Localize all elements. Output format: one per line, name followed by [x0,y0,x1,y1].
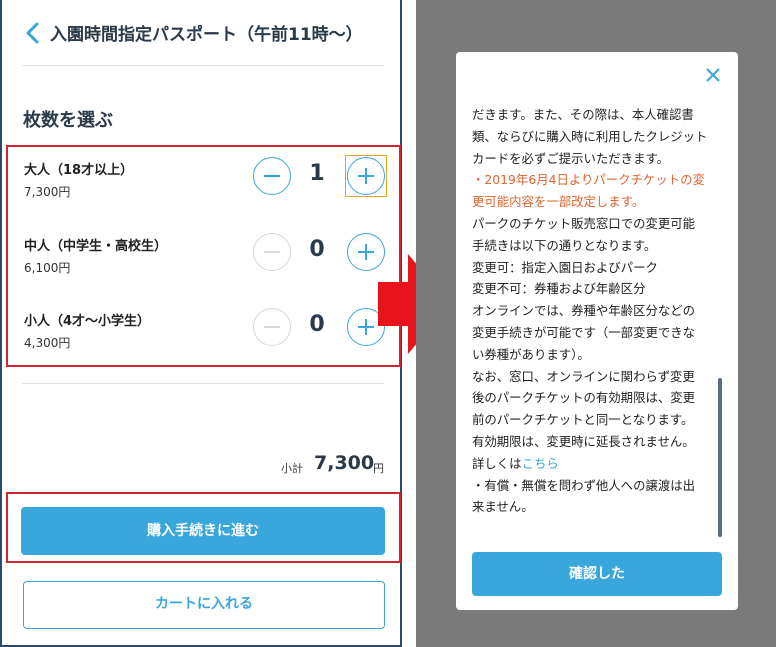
modal-overlay: だきます。また、その際は、本人確認書 類、ならびに購入時に利用したクレジット カード… [416,0,776,647]
modal-text-line: 変更可：指定入園日およびパーク [472,257,716,279]
modal-text: カードを必ずご提示いただきます。 [472,150,670,166]
modal-text-line: 詳しくはこちら [472,453,716,475]
focus-highlight [345,155,387,197]
divider [22,65,384,66]
modal-text-line: 有効期限は、変更時に延長されません。 [472,431,716,453]
modal-text-line: だきます。また、その際は、本人確認書 [472,104,716,126]
divider [22,383,384,384]
minus-icon [264,326,280,328]
modal-text: い券種があります）。 [472,346,590,362]
modal-text: 前のパークチケットと同一となります。 [472,412,694,428]
scrollbar[interactable] [718,378,722,537]
modal-text: 詳しくは [472,455,522,471]
modal-text-line: 手続きは以下の通りとなります。 [472,235,716,257]
minus-icon [264,251,280,253]
close-icon[interactable] [706,68,720,82]
confirm-button[interactable]: 確認した [472,552,722,596]
subtotal-label: 小計 [281,462,303,475]
ticket-selection-screen: 入園時間指定パスポート（午前11時〜） 枚数を選ぶ 大人（18才以上） 7,30… [0,0,402,647]
ticket-label: 小人（4才〜小学生） [24,314,151,329]
notice-modal: だきます。また、その際は、本人確認書 類、ならびに購入時に利用したクレジット カード… [456,52,738,610]
ticket-price: 4,300円 [24,336,71,350]
modal-text: パークのチケット販売窓口での変更可能 [472,215,696,231]
modal-text-line: 更可能内容を一部改定します。 [472,191,716,213]
quantity-value: 0 [309,312,325,337]
modal-text-line: 類、ならびに購入時に利用したクレジット [472,126,716,148]
header: 入園時間指定パスポート（午前11時〜） [2,0,402,66]
modal-text-line: オンラインでは、券種や年齢区分などの [472,300,716,322]
ticket-list-highlight: 大人（18才以上） 7,300円 1 中人（中学生・高校生） 6,100円 0 … [6,145,401,367]
purchase-button[interactable]: 購入手続きに進む [21,507,385,555]
modal-text: なお、窓口、オンラインに関わらず変更 [472,368,695,384]
modal-text: 後のパークチケットの有効期限は、変更 [472,390,696,406]
modal-text-line: 変更不可：券種および年齢区分 [472,278,716,300]
subtotal-unit: 円 [373,462,384,475]
details-link[interactable]: こちら [522,456,559,471]
modal-text-line: なお、窓口、オンラインに関わらず変更 [472,366,716,388]
modal-text: 変更不可：券種および年齢区分 [472,281,646,297]
decrement-button[interactable] [253,233,291,271]
section-title: 枚数を選ぶ [23,110,113,131]
modal-text-line: 来ません。 [472,496,716,518]
modal-text: だきます。また、その際は、本人確認書 [472,107,694,122]
modal-text-line: ・2019年6月4日よりパークチケットの変 [472,169,716,191]
modal-text-line: パークのチケット販売窓口での変更可能 [472,213,716,235]
modal-text-line: カードを必ずご提示いただきます。 [472,148,716,170]
modal-text: 更可能内容を一部改定します。 [472,194,645,210]
modal-text: 来ません。 [472,499,534,515]
ticket-label: 大人（18才以上） [24,163,134,178]
modal-text: 類、ならびに購入時に利用したクレジット [472,128,708,144]
page-title: 入園時間指定パスポート（午前11時〜） [50,25,363,45]
modal-text: 変更手続きが可能です（一部変更できな [472,324,696,340]
quantity-value: 1 [309,161,325,186]
modal-text: 手続きは以下の通りとなります。 [472,237,657,253]
modal-body: だきます。また、その際は、本人確認書 類、ならびに購入時に利用したクレジット カード… [472,104,716,532]
modal-text-line: い券種があります）。 [472,344,716,366]
chevron-left-icon[interactable] [22,21,46,45]
ticket-price: 6,100円 [24,261,71,275]
subtotal-value: 7,300 [314,452,375,474]
modal-text: ・2019年6月4日よりパークチケットの変 [472,172,705,188]
ticket-row-child: 小人（4才〜小学生） 4,300円 0 [8,304,399,364]
modal-text-line: ・有償・無償を問わず他人への譲渡は出 [472,475,716,497]
ticket-row-junior: 中人（中学生・高校生） 6,100円 0 [8,229,399,289]
modal-text: 有効期限は、変更時に延長されません。 [472,433,695,449]
decrement-button[interactable] [253,308,291,346]
ticket-price: 7,300円 [24,185,71,199]
modal-text: オンラインでは、券種や年齢区分などの [472,303,696,319]
modal-text: 変更可：指定入園日およびパーク [472,259,658,275]
modal-text-line: 前のパークチケットと同一となります。 [472,409,716,431]
ticket-row-adult: 大人（18才以上） 7,300円 1 [8,153,399,213]
minus-icon [264,175,280,177]
modal-text: ・有償・無償を問わず他人への譲渡は出 [472,477,696,493]
modal-text-line: 変更手続きが可能です（一部変更できな [472,322,716,344]
decrement-button[interactable] [253,157,291,195]
quantity-value: 0 [309,237,325,262]
add-to-cart-button[interactable]: カートに入れる [23,581,385,629]
modal-text-line: 後のパークチケットの有効期限は、変更 [472,387,716,409]
ticket-label: 中人（中学生・高校生） [24,239,168,254]
